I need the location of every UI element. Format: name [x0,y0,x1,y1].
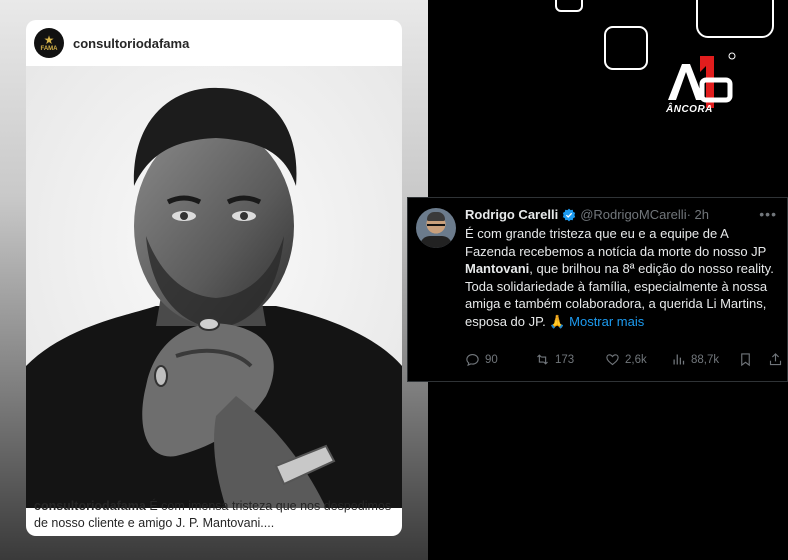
tweet-text-part1: É com grande tristeza que eu e a equipe … [465,226,767,259]
share-icon [769,353,782,366]
views-icon [673,354,685,365]
decorative-square [555,0,583,12]
tweet-text: É com grande tristeza que eu e a equipe … [465,225,781,330]
reply-icon [466,353,479,367]
decorative-square [604,26,648,70]
post-username[interactable]: consultoriodafama [73,36,189,51]
like-count: 2,6k [625,353,647,366]
bookmark-icon [741,353,750,367]
tweet-handle[interactable]: @RodrigoMCarelli [580,207,686,222]
post-caption: consultoriodafama É com imensa tristeza … [34,498,394,532]
heart-icon [606,354,619,366]
share-button[interactable] [768,352,788,367]
tweet-actions: 90 173 2,6k 88,7k [465,352,783,370]
logo-text: ÂNCORA [666,104,713,115]
more-options-icon[interactable]: ••• [759,206,777,222]
tweet-card: Rodrigo Carelli @RodrigoMCarelli · 2h ••… [407,197,788,382]
instagram-post: ★ FAMA consultoriodafama consultoriodafa… [26,20,402,536]
retweet-icon [537,354,548,365]
avatar-label: FAMA [40,45,58,52]
views-button[interactable]: 88,7k [671,352,719,367]
tweet-text-bold: Mantovani [465,261,530,276]
avatar[interactable]: ★ FAMA [34,28,64,58]
decorative-square [696,0,774,38]
caption-username[interactable]: consultoriodafama [34,499,146,513]
views-count: 88,7k [691,353,720,366]
reply-button[interactable]: 90 [465,352,498,367]
tweet-time[interactable]: · 2h [687,207,709,222]
avatar[interactable] [416,208,456,248]
like-button[interactable]: 2,6k [605,352,647,367]
retweet-button[interactable]: 173 [535,352,574,367]
reply-count: 90 [485,353,498,366]
star-icon: ★ [43,32,55,47]
tweet-author-name[interactable]: Rodrigo Carelli [465,207,558,222]
bookmark-button[interactable] [738,352,758,367]
tweet-header: Rodrigo Carelli @RodrigoMCarelli · 2h [465,207,709,222]
tweet-text-part2: , que brilhou na 8ª edição do nosso real… [529,261,774,276]
show-more-link[interactable]: Mostrar mais [569,314,644,329]
post-header: ★ FAMA consultoriodafama [26,20,402,66]
retweet-count: 173 [555,353,575,366]
post-photo [26,66,402,508]
verified-badge-icon [563,208,576,221]
